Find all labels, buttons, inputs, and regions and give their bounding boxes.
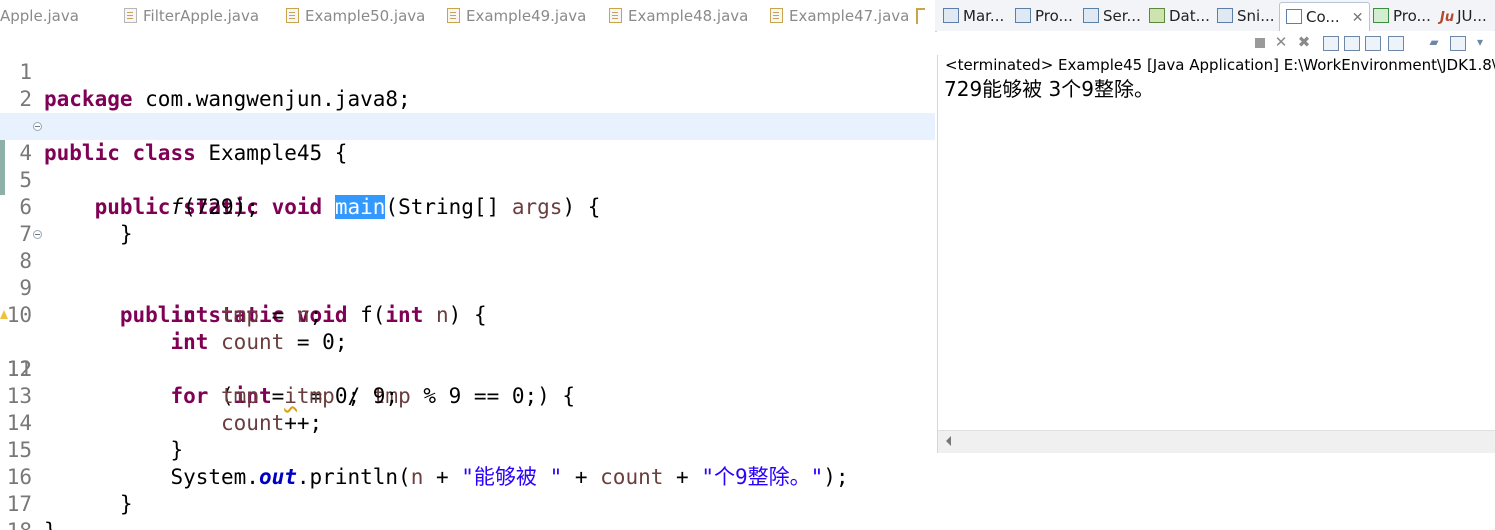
view-tab-label: JU... <box>1457 7 1487 25</box>
remove-all-terminated-icon[interactable]: ✖ <box>1297 35 1311 50</box>
code-line-18: 18 <box>0 491 935 530</box>
editor-tab-label: Example49.java <box>466 7 587 25</box>
remove-launch-icon[interactable]: ✕ <box>1274 35 1288 50</box>
markers-icon <box>943 8 959 23</box>
code-line-1: 1 package com.wangwenjun.java8; <box>0 32 935 111</box>
editor-tab-apple[interactable]: Apple.java <box>0 5 79 27</box>
code-line-5: 5 f(729); <box>0 140 935 219</box>
editor-tab-example47[interactable]: Example47.java <box>770 5 909 27</box>
editor-tab-strip: Apple.java FilterApple.java Example50.ja… <box>0 0 930 32</box>
view-tab-label: Mar... <box>963 7 1005 25</box>
editor-tab-label: Apple.java <box>0 7 79 25</box>
java-file-icon <box>609 8 622 23</box>
snippets-icon <box>1217 8 1233 23</box>
java-file-icon <box>770 8 783 23</box>
open-console-icon[interactable] <box>1388 36 1404 51</box>
servers-icon <box>1083 8 1099 23</box>
editor-tab-label: Example50.java <box>305 7 426 25</box>
editor-tab-label: Example47.java <box>789 7 910 25</box>
code-line-11: 11 for (int i = 0; tmp % 9 == 0;) { <box>0 302 935 408</box>
word-wrap-icon[interactable] <box>1365 36 1381 51</box>
editor-tab-label: Example48.java <box>628 7 749 25</box>
warning-icon[interactable] <box>0 310 8 319</box>
view-tab-label: Pro... <box>1035 7 1073 25</box>
editor-tab-filterapple[interactable]: FilterApple.java <box>124 5 259 27</box>
view-tab-strip: Mar... Pro... Ser... Dat... Sni... Co...… <box>935 0 1495 32</box>
editor-tab-example48[interactable]: Example48.java <box>609 5 748 27</box>
tab-overflow-icon[interactable] <box>916 8 925 24</box>
code-line-6: 6 } <box>0 167 935 246</box>
close-icon[interactable]: ✕ <box>1352 4 1364 32</box>
editor-tab-example50[interactable]: Example50.java <box>286 5 425 27</box>
code-line-12: 12 tmp = tmp / 9; <box>0 329 935 408</box>
code-line-14: 14 } <box>0 383 935 462</box>
code-line-13: 13 count++; <box>0 356 935 435</box>
scroll-left-icon[interactable] <box>946 436 951 446</box>
fold-toggle-icon[interactable] <box>33 230 42 239</box>
tab-data-source-explorer[interactable]: Dat... <box>1149 5 1210 27</box>
tab-console[interactable]: Co... ✕ <box>1279 2 1371 32</box>
tab-snippets[interactable]: Sni... <box>1217 5 1275 27</box>
console-toolbar: ✕ ✖ ▰ ▾ <box>937 31 1495 55</box>
java-file-icon <box>124 8 137 23</box>
junit-icon: Ju <box>1440 10 1455 25</box>
empty-area <box>935 453 1495 530</box>
view-tab-label: Pro... <box>1393 7 1431 25</box>
code-line-16: 16 } <box>0 437 935 516</box>
code-line-3: 3 public class Example45 { <box>0 86 935 165</box>
clear-console-icon[interactable] <box>1323 36 1339 51</box>
horizontal-scrollbar[interactable] <box>938 430 1495 453</box>
progress-icon <box>1373 8 1389 23</box>
java-file-icon <box>447 8 460 23</box>
properties-icon <box>1015 8 1031 23</box>
tab-properties[interactable]: Pro... <box>1015 5 1073 27</box>
code-line-7: 7 <box>0 194 935 246</box>
java-file-icon <box>286 8 299 23</box>
terminate-icon[interactable] <box>1255 38 1265 48</box>
tab-servers[interactable]: Ser... <box>1083 5 1141 27</box>
pin-console-icon[interactable]: ▰ <box>1427 36 1441 49</box>
line-number: 18 <box>0 518 32 530</box>
fold-toggle-icon[interactable] <box>33 122 42 131</box>
editor-tab-example49[interactable]: Example49.java <box>447 5 586 27</box>
tab-junit[interactable]: Ju JU... <box>1440 5 1487 27</box>
code-line-8: 8 public static void f(int n) { <box>0 221 935 327</box>
view-tab-label: Co... <box>1306 8 1340 26</box>
code-editor[interactable]: 1 package com.wangwenjun.java8; 2 3 publ… <box>0 31 935 530</box>
console-launch-header: <terminated> Example45 [Java Application… <box>945 56 1495 74</box>
code-line-4-current: 4 public static void main(String[] args)… <box>0 113 935 219</box>
code-line-9: 9 int tmp = n; <box>0 248 935 327</box>
tab-markers[interactable]: Mar... <box>943 5 1004 27</box>
console-icon <box>1286 9 1302 24</box>
view-tab-label: Ser... <box>1103 7 1141 25</box>
code-line-17: 17 } <box>0 464 935 530</box>
view-menu-icon[interactable]: ▾ <box>1473 36 1487 49</box>
code-line-2: 2 <box>0 59 935 111</box>
console-output: 729能够被 3个9整除。 <box>944 77 1154 101</box>
tab-progress[interactable]: Pro... <box>1373 5 1431 27</box>
scroll-lock-icon[interactable] <box>1344 36 1360 51</box>
code-line-10: 10 int count = 0; <box>0 275 935 354</box>
console-panel[interactable]: <terminated> Example45 [Java Application… <box>937 55 1495 453</box>
data-source-icon <box>1149 8 1165 23</box>
view-tab-label: Dat... <box>1169 7 1210 25</box>
view-tab-label: Sni... <box>1237 7 1275 25</box>
code-line-15: 15 System.out.println(n + "能够被 " + count… <box>0 410 935 489</box>
display-selected-console-icon[interactable] <box>1450 36 1466 51</box>
editor-tab-label: FilterApple.java <box>143 7 260 25</box>
